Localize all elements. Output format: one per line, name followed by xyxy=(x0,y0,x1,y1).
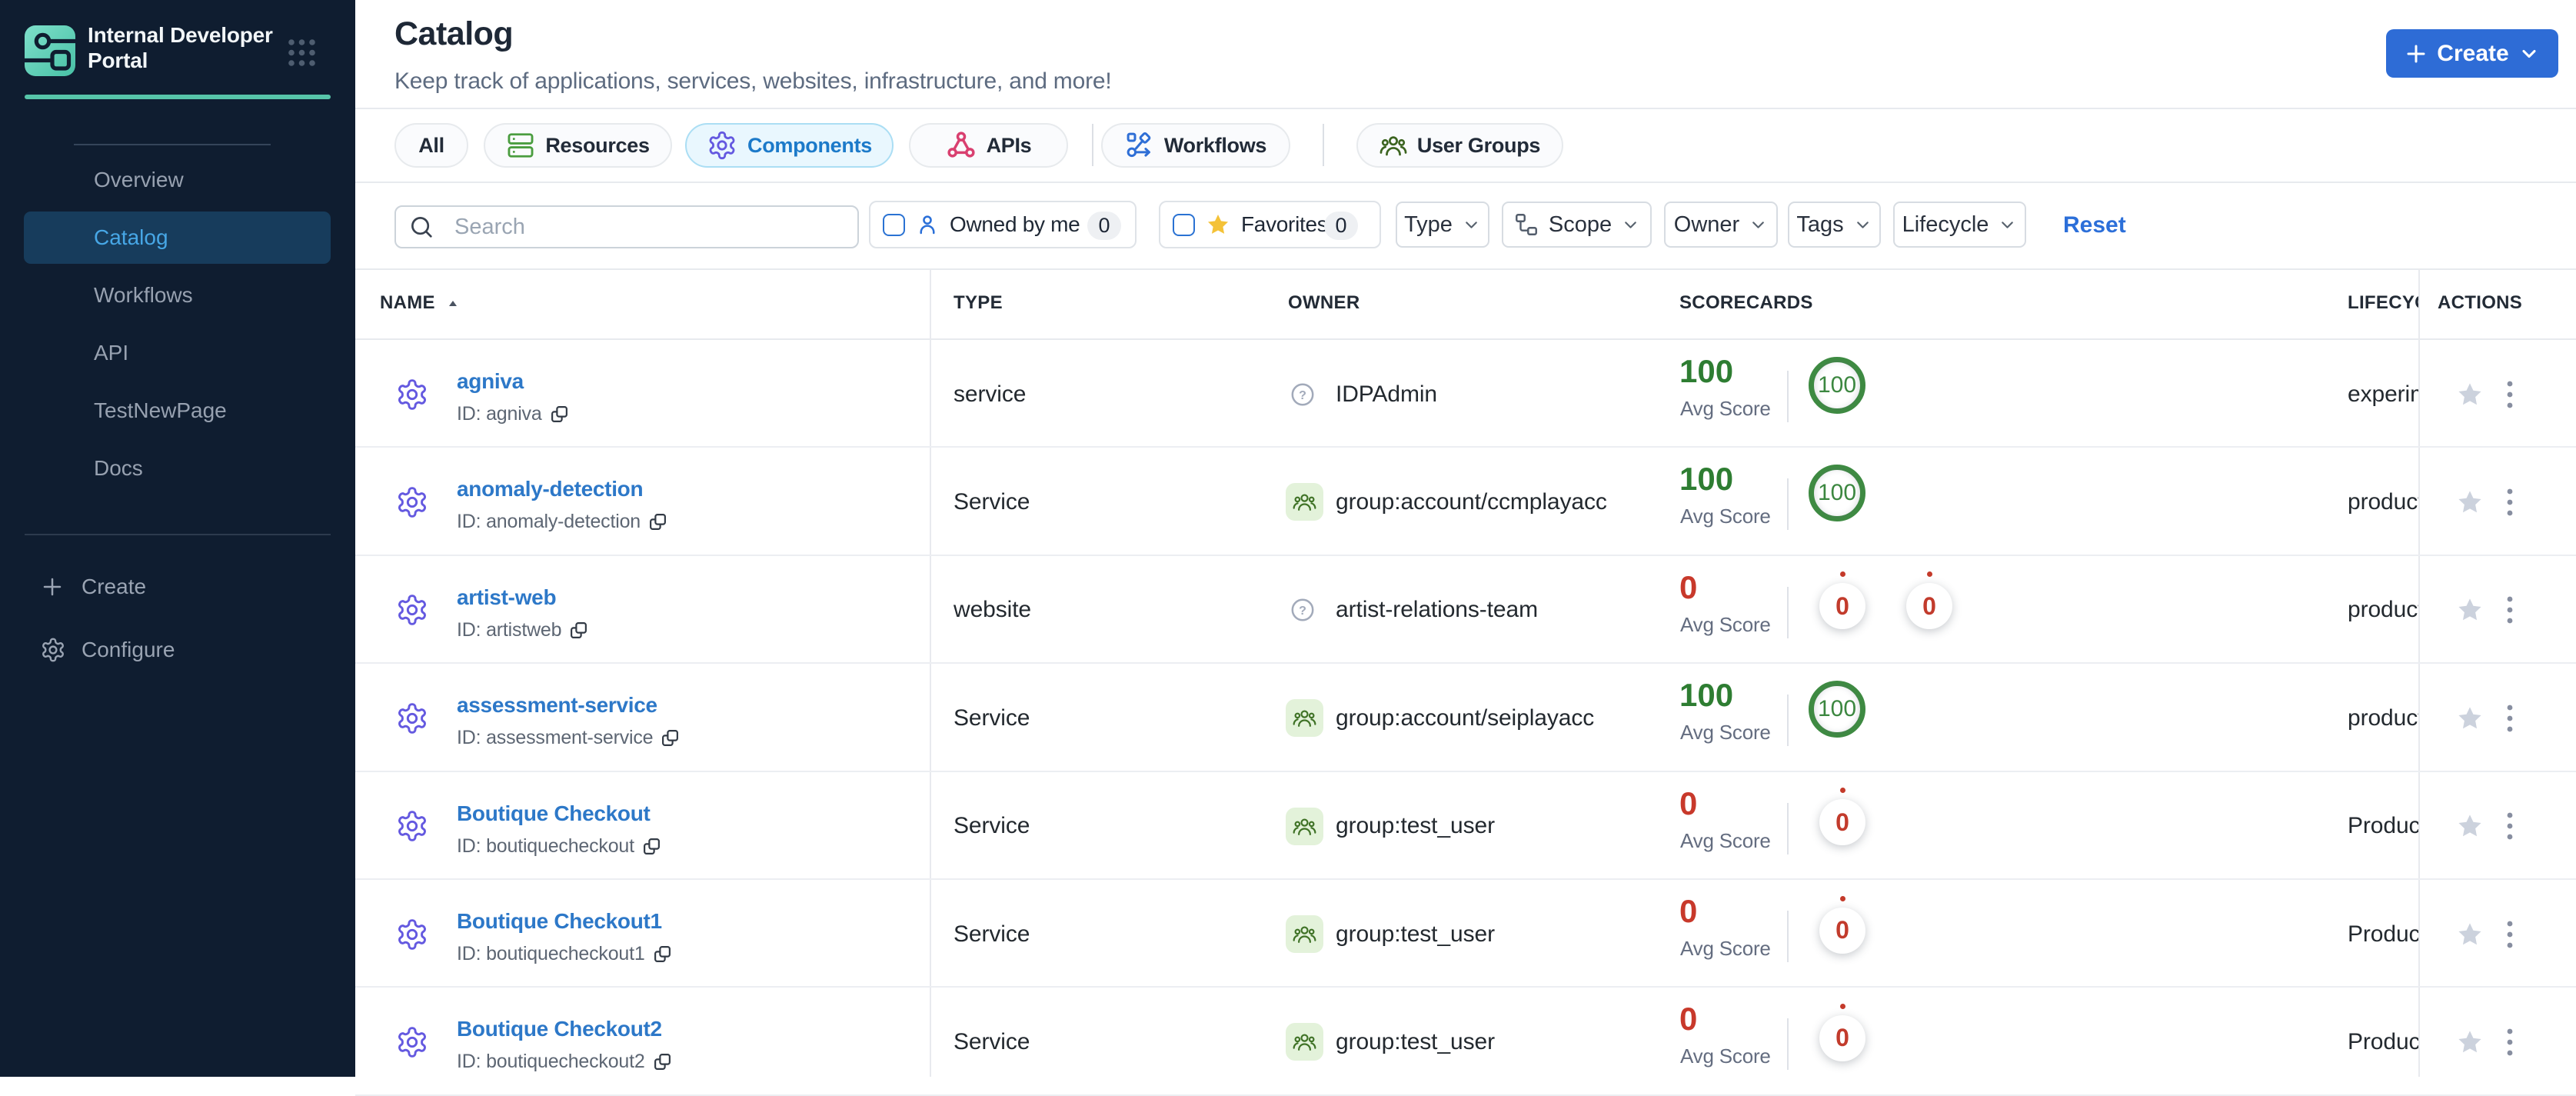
svg-text:?: ? xyxy=(1299,605,1306,618)
svg-text:?: ? xyxy=(1299,389,1306,402)
